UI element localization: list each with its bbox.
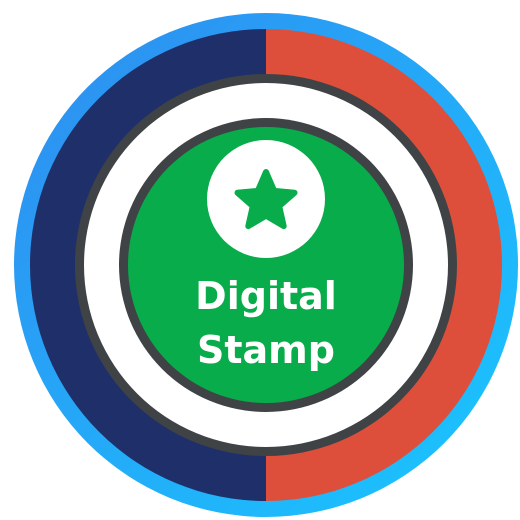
digital-stamp-emblem: Digital Stamp [0, 0, 520, 520]
stamp-title-line-1: Digital [195, 274, 337, 318]
stamp-graphic: Digital Stamp [14, 13, 518, 517]
stamp-title-line-2: Stamp [197, 328, 335, 372]
